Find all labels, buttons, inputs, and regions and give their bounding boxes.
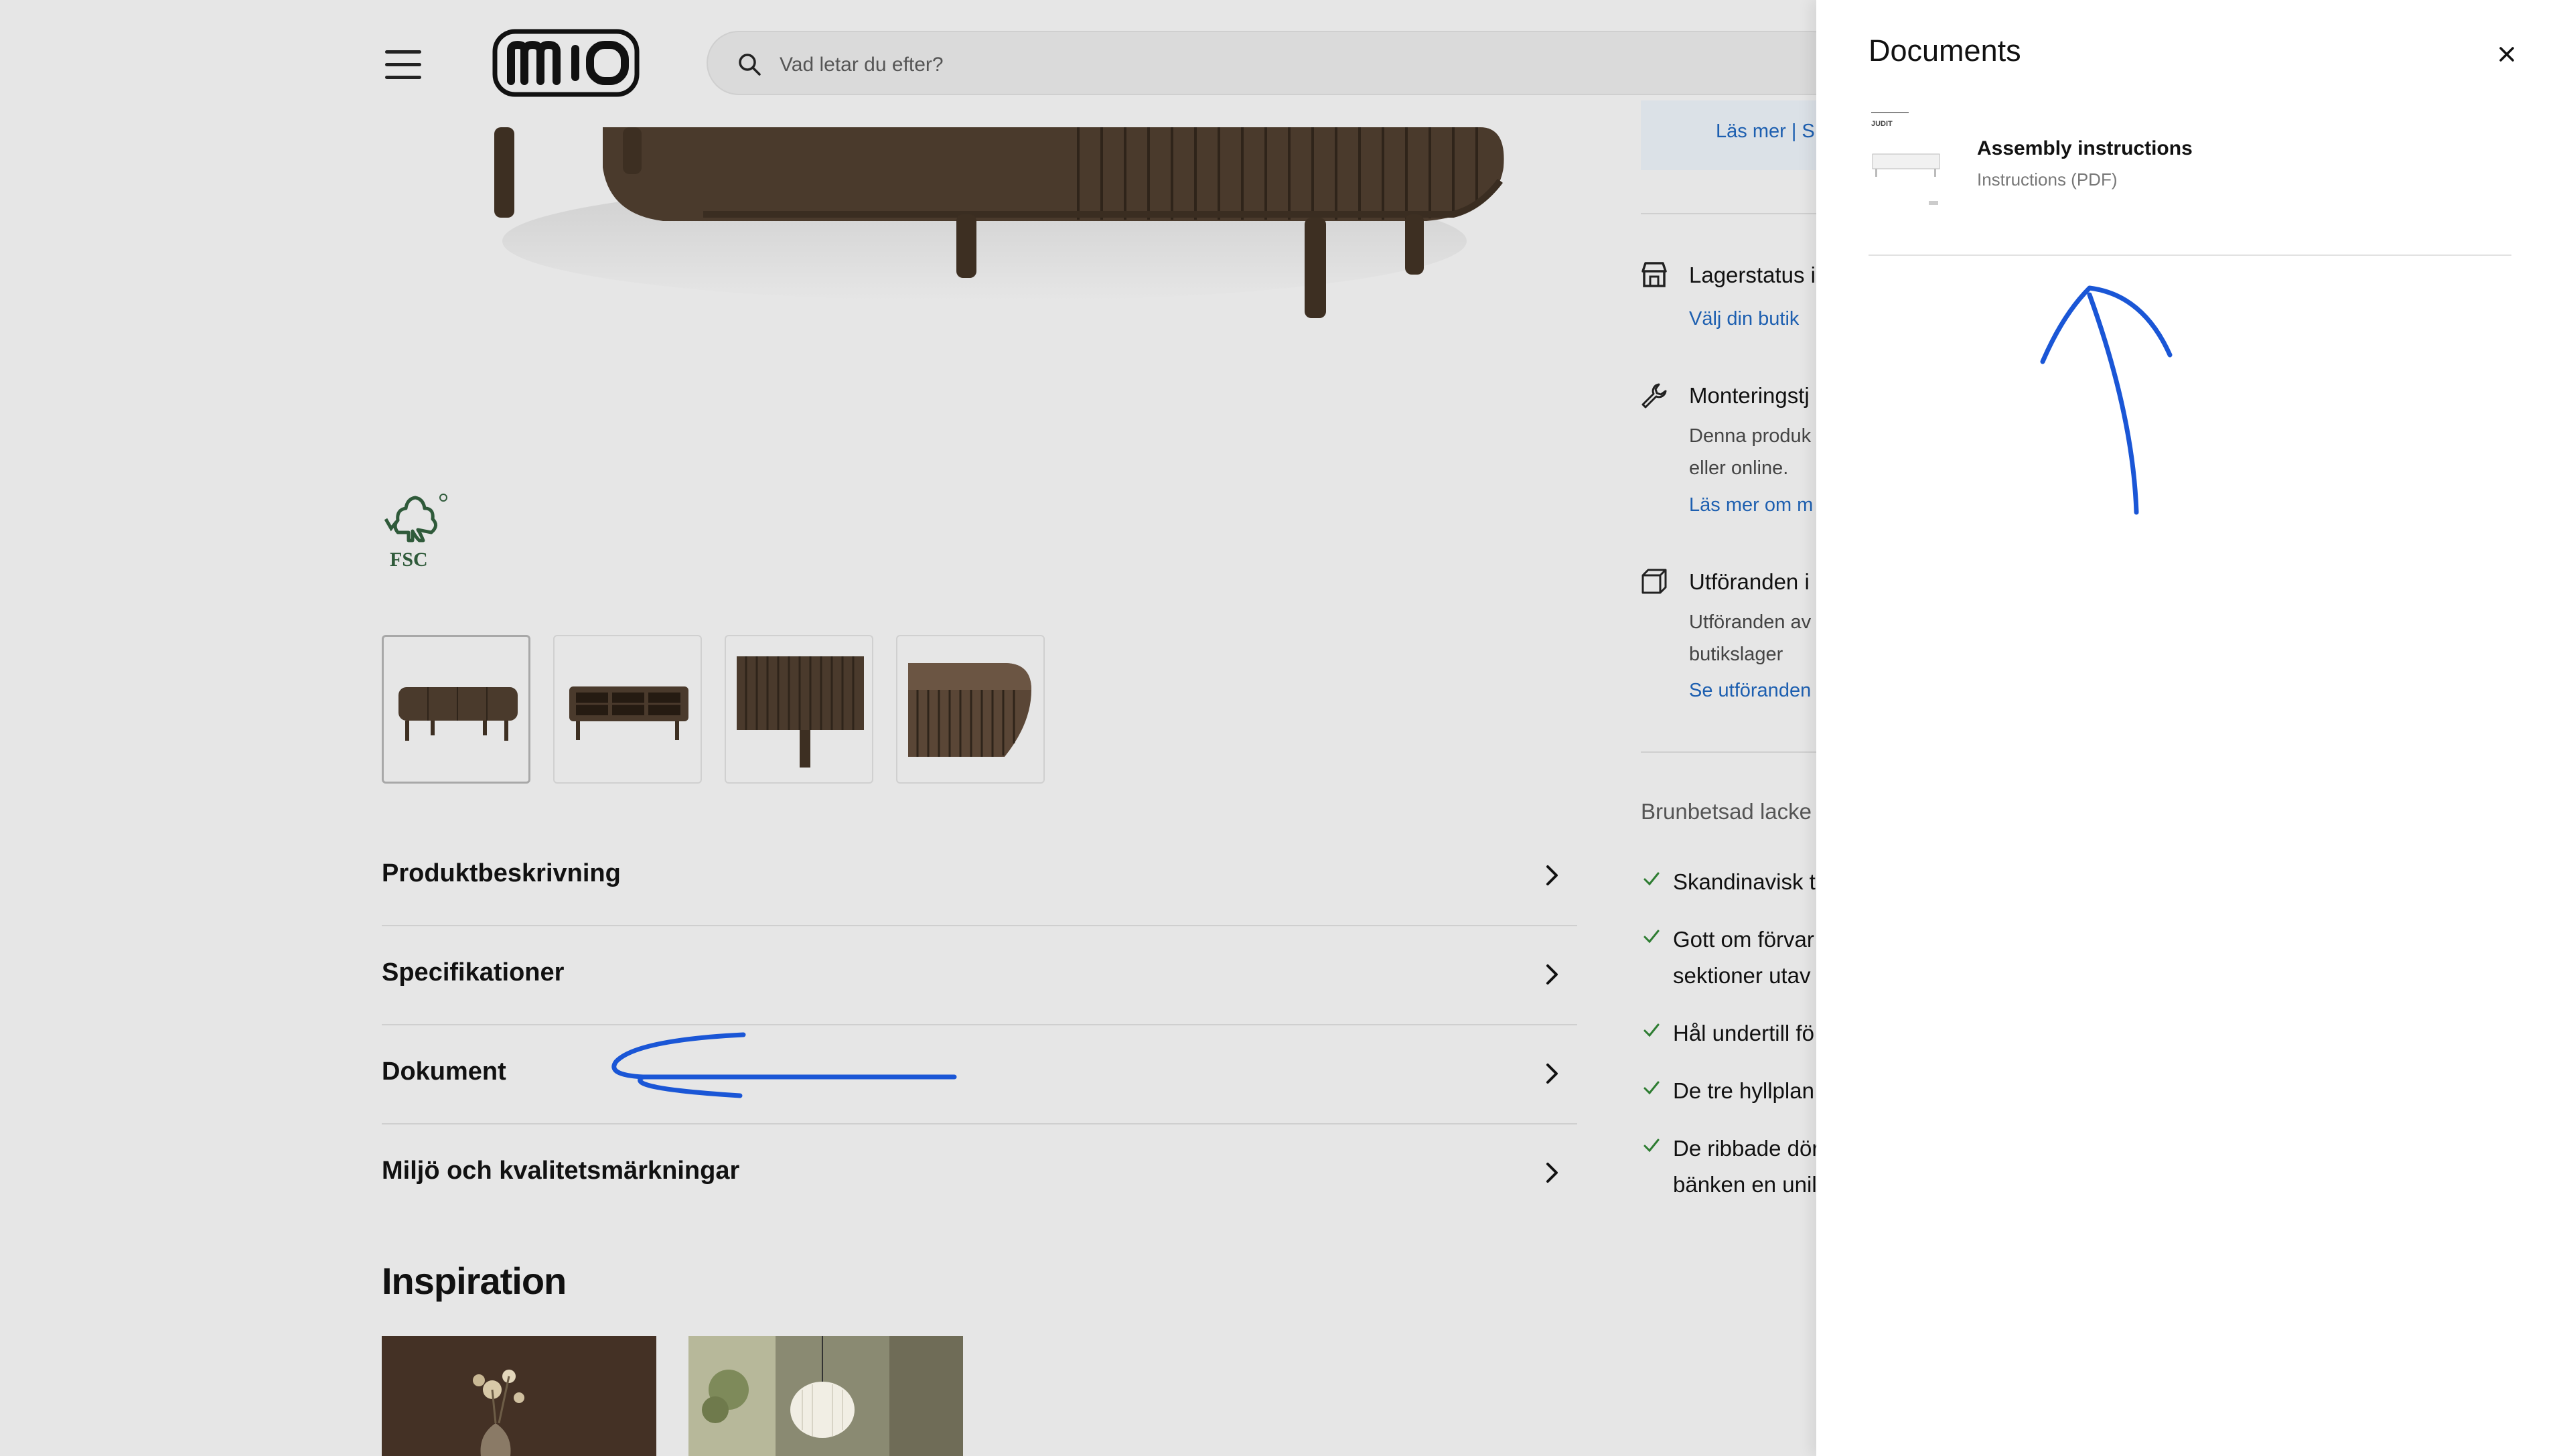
thumbnail-image <box>737 656 864 768</box>
thumbnail-2[interactable] <box>553 635 702 784</box>
chevron-right-icon <box>1546 1064 1558 1084</box>
document-subtitle: Instructions (PDF) <box>1977 169 2118 190</box>
document-thumbnail: JUDIT <box>1869 107 1944 214</box>
product-accordion: Produktbeskrivning Specifikationer Dokum… <box>382 827 1577 1222</box>
drawer-title: Documents <box>1869 33 2021 68</box>
thumbnail-image <box>908 663 1031 757</box>
feature-3: Hål undertill fö <box>1673 1021 1814 1045</box>
inspiration-title: Inspiration <box>382 1260 567 1302</box>
thumbnail-image <box>569 686 688 740</box>
close-icon[interactable] <box>2494 42 2519 67</box>
accordion-miljo[interactable]: Miljö och kvalitetsmärkningar <box>382 1124 1577 1222</box>
product-short-description: Brunbetsad lacke <box>1641 799 1812 824</box>
feature-5-line1: De ribbade dör <box>1673 1136 1816 1161</box>
assembly-text-line2: eller online. <box>1689 457 1789 479</box>
accordion-label: Specifikationer <box>382 958 565 987</box>
inspiration-image <box>688 1336 963 1456</box>
assembly-read-more-link[interactable]: Läs mer om m <box>1689 494 1813 516</box>
assembly-text-line1: Denna produk <box>1689 425 1812 447</box>
accordion-dokument[interactable]: Dokument <box>382 1025 1577 1124</box>
check-icon <box>1643 872 1660 886</box>
product-image <box>494 127 1504 318</box>
product-page: FSC <box>0 0 1816 1456</box>
thumbnail-1[interactable] <box>382 635 530 784</box>
chevron-right-icon <box>1546 964 1558 985</box>
check-icon <box>1643 1139 1660 1153</box>
drawer-divider <box>1869 254 2511 256</box>
inspiration-card-2[interactable] <box>688 1336 963 1456</box>
documents-drawer: Documents JUDIT Assembly instructions In… <box>1816 0 2561 1456</box>
read-more-link[interactable]: Läs mer | S <box>1716 121 1815 143</box>
thumbnail-3[interactable] <box>725 635 873 784</box>
variants-title: Utföranden i <box>1689 569 1810 594</box>
variants-text-line1: Utföranden av <box>1689 611 1812 633</box>
accordion-label: Miljö och kvalitetsmärkningar <box>382 1157 740 1185</box>
check-icon <box>1643 1081 1660 1095</box>
accordion-produktbeskrivning[interactable]: Produktbeskrivning <box>382 827 1577 926</box>
store-icon <box>1641 262 1667 287</box>
svg-text:FSC: FSC <box>390 549 428 571</box>
fsc-logo: FSC <box>384 494 447 571</box>
document-title: Assembly instructions <box>1977 137 2193 159</box>
thumbnail-image <box>398 687 518 741</box>
mio-logo[interactable] <box>492 29 640 97</box>
accordion-label: Produktbeskrivning <box>382 859 621 887</box>
feature-2-line1: Gott om förvar <box>1673 927 1814 952</box>
document-thumbnail-title: JUDIT <box>1871 120 1893 128</box>
assembly-service-title: Monteringstj <box>1689 383 1810 408</box>
search-bar[interactable] <box>707 31 1816 95</box>
menu-icon[interactable] <box>385 50 421 80</box>
variants-text-line2: butikslager <box>1689 644 1783 665</box>
inspiration-card-1[interactable] <box>382 1336 656 1456</box>
check-icon <box>1643 930 1660 944</box>
accordion-label: Dokument <box>382 1058 506 1086</box>
feature-1: Skandinavisk t <box>1673 869 1816 894</box>
choose-store-link[interactable]: Välj din butik <box>1689 308 1799 330</box>
variants-link[interactable]: Se utföranden <box>1689 680 1811 702</box>
feature-4: De tre hyllplan <box>1673 1078 1814 1103</box>
inspiration-image <box>382 1336 656 1456</box>
feature-5-line2: bänken en unil <box>1673 1172 1816 1197</box>
feature-2-line2: sektioner utav <box>1673 963 1811 988</box>
chevron-right-icon <box>1546 1163 1558 1183</box>
search-icon <box>739 54 761 76</box>
search-input[interactable] <box>778 46 1585 84</box>
chevron-right-icon <box>1546 865 1558 885</box>
document-item-assembly-instructions[interactable] <box>1869 100 2511 248</box>
divider <box>1641 751 1816 753</box>
wrench-icon <box>1641 383 1667 409</box>
box-icon <box>1641 569 1667 594</box>
check-icon <box>1643 1023 1660 1037</box>
stock-status-title: Lagerstatus i <box>1689 263 1816 287</box>
divider <box>1641 213 1816 214</box>
thumbnail-4[interactable] <box>896 635 1045 784</box>
accordion-specifikationer[interactable]: Specifikationer <box>382 926 1577 1025</box>
